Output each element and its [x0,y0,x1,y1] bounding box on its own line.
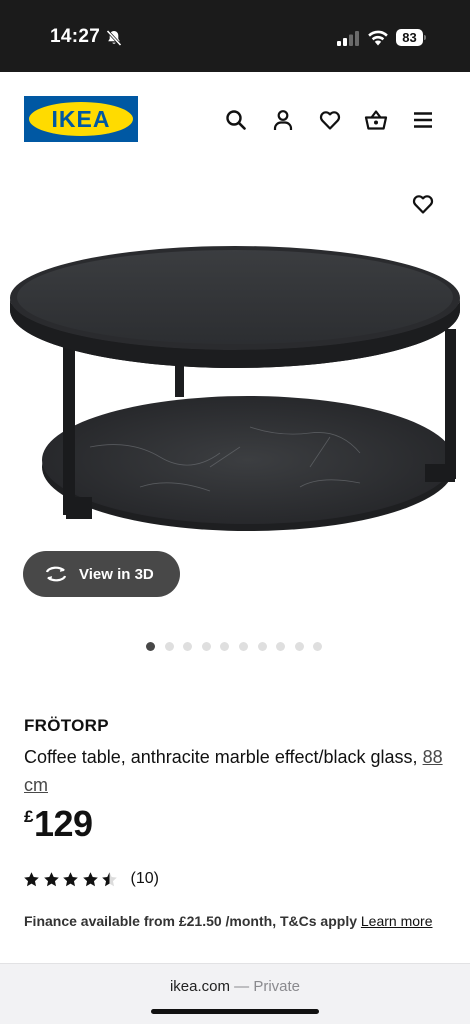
product-price: £129 [24,803,93,845]
ikea-logo[interactable]: IKEA [24,96,138,142]
carousel-dot[interactable] [276,642,286,651]
view-in-3d-button[interactable]: View in 3D [23,551,180,597]
star-icon [63,871,78,886]
browser-address-bar[interactable]: ikea.com — Private [0,963,470,1024]
carousel-dot[interactable] [146,642,155,651]
carousel-dot[interactable] [183,642,193,651]
product-description-text: Coffee table, anthracite marble effect/b… [24,747,423,767]
carousel-dot[interactable] [220,642,230,651]
carousel-dot[interactable] [257,642,267,651]
carousel-dot[interactable] [238,642,248,651]
wishlist-heart-icon[interactable] [318,108,342,132]
menu-icon[interactable] [411,108,435,132]
review-count[interactable]: (10) [131,870,159,888]
price-currency: £ [24,807,33,826]
status-bar: 14:27 83 [0,0,470,72]
product-description: Coffee table, anthracite marble effect/b… [24,743,444,799]
finance-info: Finance available from £21.50 /month, T&… [24,911,444,932]
price-value: 129 [33,803,93,844]
product-name: FRÖTORP [24,716,109,735]
url-domain: ikea.com [169,978,230,995]
bell-slash-icon [106,29,122,47]
star-icon [24,871,39,886]
carousel-dot[interactable] [164,642,174,651]
status-time: 14:27 [50,26,101,47]
logo-text: IKEA [51,106,111,132]
star-icon [82,871,98,886]
wifi-icon [368,30,388,46]
carousel-dot[interactable] [313,642,323,651]
battery-level: 83 [396,29,423,46]
product-rating[interactable]: (10) [23,868,159,890]
site-header: IKEA [0,72,470,167]
shopping-bag-icon[interactable] [364,108,388,132]
home-indicator[interactable] [151,1009,319,1014]
star-icon [102,871,117,886]
image-carousel-dots [146,642,332,652]
view-in-3d-label: View in 3D [79,565,154,583]
carousel-dot[interactable] [201,642,211,651]
account-icon[interactable] [271,108,295,132]
finance-learn-more-link[interactable]: Learn more [361,913,433,929]
rotate-3d-icon [45,566,67,582]
star-icon [43,871,59,886]
carousel-dot[interactable] [294,642,304,651]
search-icon[interactable] [224,108,248,132]
signal-icon [337,31,359,46]
finance-text: Finance available from £21.50 /month, T&… [24,913,361,929]
url-separator: — [230,978,254,995]
private-mode-label: Private [253,978,301,995]
url-text[interactable]: ikea.com — Private [0,978,470,995]
add-to-wishlist-icon[interactable] [411,192,435,216]
battery-icon: 83 [396,29,427,46]
